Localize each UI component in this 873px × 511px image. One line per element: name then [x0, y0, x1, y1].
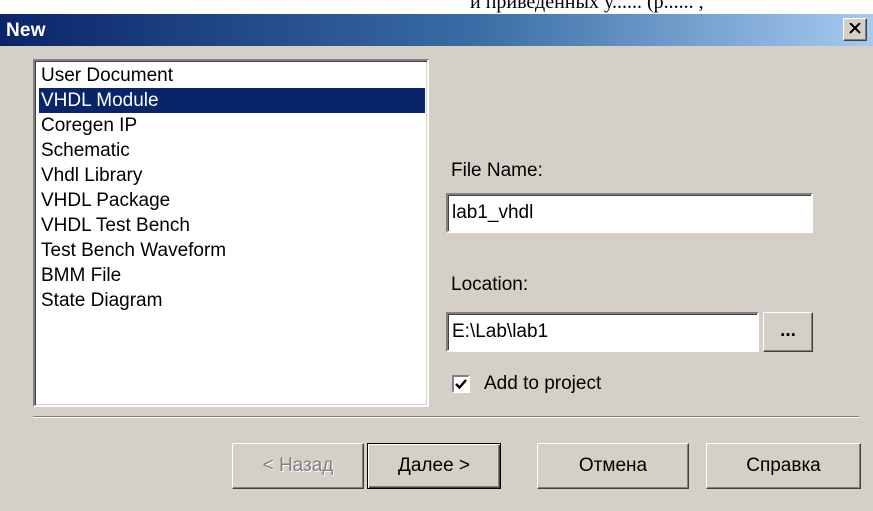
list-item-coregen-ip[interactable]: Coregen IP: [39, 113, 425, 138]
list-item-vhdl-library[interactable]: Vhdl Library: [39, 163, 425, 188]
close-icon: [849, 23, 861, 34]
background-text: и приведенных у...... (р...... ,: [470, 0, 704, 13]
file-name-input[interactable]: lab1_vhdl: [446, 193, 813, 233]
separator: [33, 416, 859, 418]
list-item-vhdl-module[interactable]: VHDL Module: [39, 88, 425, 113]
list-item-test-bench-waveform[interactable]: Test Bench Waveform: [39, 238, 425, 263]
window-title: New: [6, 20, 46, 41]
add-to-project-label[interactable]: Add to project: [484, 373, 601, 395]
close-button[interactable]: [843, 18, 867, 41]
location-label: Location:: [451, 274, 529, 295]
list-item-user-document[interactable]: User Document: [39, 63, 425, 88]
cancel-button[interactable]: Отмена: [537, 443, 689, 489]
browse-button[interactable]: ...: [763, 312, 813, 352]
next-button[interactable]: Далее >: [367, 443, 501, 489]
back-button[interactable]: < Назад: [232, 443, 364, 489]
list-item-vhdl-package[interactable]: VHDL Package: [39, 188, 425, 213]
list-item-state-diagram[interactable]: State Diagram: [39, 288, 425, 313]
list-item-schematic[interactable]: Schematic: [39, 138, 425, 163]
checkmark-icon: [455, 379, 467, 390]
file-name-label: File Name:: [451, 160, 543, 181]
new-dialog: и приведенных у...... (р...... , New Use…: [0, 0, 873, 511]
file-type-list[interactable]: User Document VHDL Module Coregen IP Sch…: [33, 59, 429, 407]
help-button[interactable]: Справка: [706, 443, 861, 489]
add-to-project-checkbox[interactable]: [452, 375, 470, 393]
location-input[interactable]: E:\Lab\lab1: [446, 312, 759, 352]
title-bar[interactable]: New: [0, 14, 873, 46]
list-item-vhdl-test-bench[interactable]: VHDL Test Bench: [39, 213, 425, 238]
background-document-strip: и приведенных у...... (р...... ,: [0, 0, 873, 14]
list-item-bmm-file[interactable]: BMM File: [39, 263, 425, 288]
